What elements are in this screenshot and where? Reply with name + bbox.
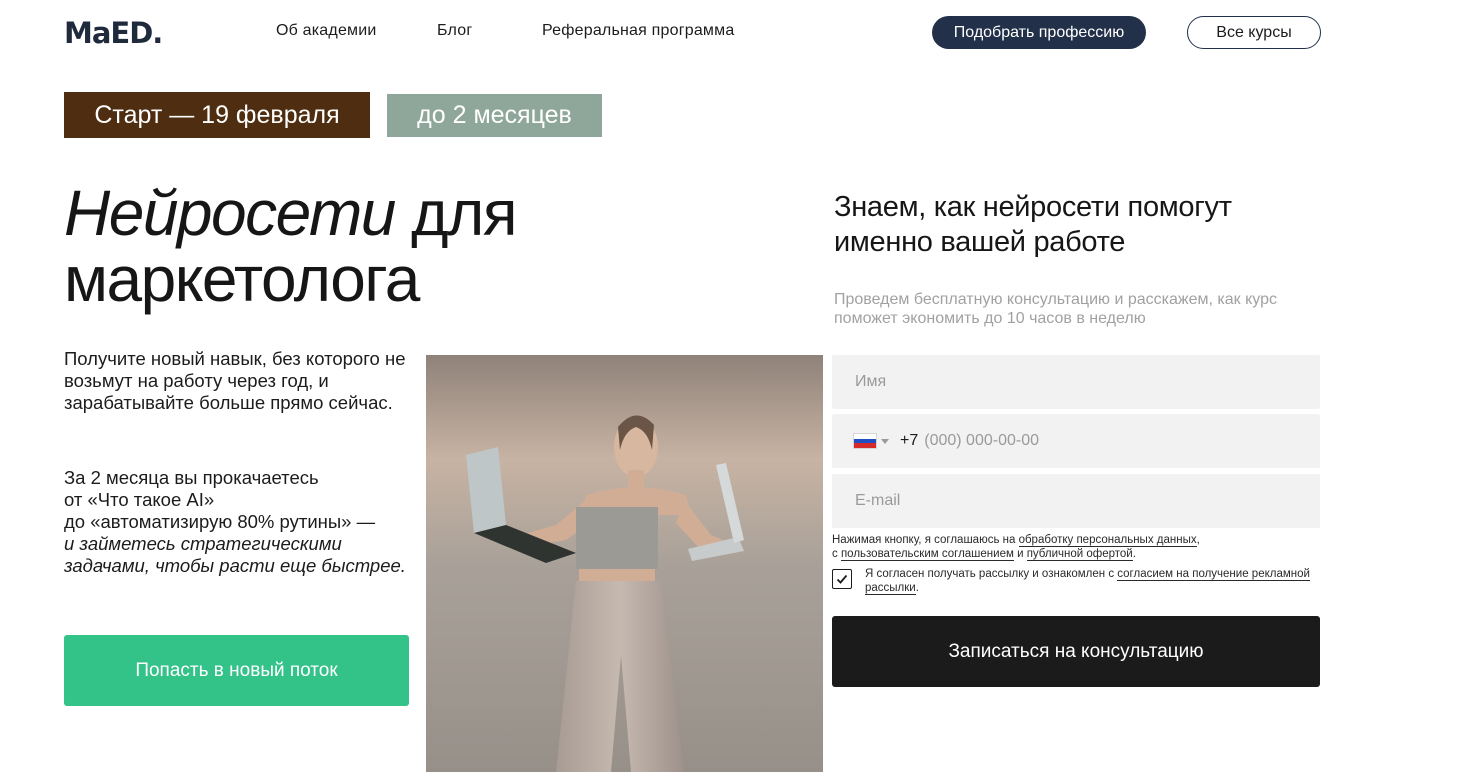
check-icon xyxy=(836,574,848,584)
public-offer-link[interactable]: публичной офертой xyxy=(1026,548,1133,561)
form-title: Знаем, как нейросети помогут именно ваше… xyxy=(834,191,1232,258)
legal-mid1: , xyxy=(1196,534,1200,546)
legal-mid3: и xyxy=(1013,548,1027,560)
russia-flag-icon[interactable] xyxy=(854,434,876,449)
nav-about[interactable]: Об академии xyxy=(276,22,377,40)
logo[interactable]: MaED. xyxy=(64,16,163,50)
all-courses-button[interactable]: Все курсы xyxy=(1187,16,1321,49)
page-title-part2: маркетолога xyxy=(64,243,420,315)
pick-profession-button[interactable]: Подобрать профессию xyxy=(932,16,1146,49)
consent-end: . xyxy=(915,582,919,594)
legal-prefix: Нажимая кнопку, я соглашаюсь на xyxy=(832,534,1019,546)
page-title-part1: для xyxy=(394,177,517,249)
legal-mid2: с xyxy=(832,548,841,560)
hero-line-2: от «Что такое AI» xyxy=(64,489,215,510)
consent-prefix: Я согласен получать рассылку и ознакомле… xyxy=(865,568,1118,580)
submit-consultation-button[interactable]: Записаться на консультацию xyxy=(832,616,1320,687)
page-title: Нейросети для маркетолога xyxy=(64,180,784,312)
personal-data-link[interactable]: обработку персональных данных xyxy=(1018,534,1197,547)
legal-end: . xyxy=(1132,548,1136,560)
hero-line-italic: и займетесь стратегическими задачами, чт… xyxy=(64,533,406,576)
email-field[interactable] xyxy=(832,474,1320,528)
chevron-down-icon[interactable] xyxy=(881,438,889,444)
hero-line-1: За 2 месяца вы прокачаетесь xyxy=(64,467,319,488)
name-field[interactable] xyxy=(832,355,1320,409)
user-agreement-link[interactable]: пользовательским соглашением xyxy=(840,548,1014,561)
hero-line-3: до «автоматизирую 80% рутины» — xyxy=(64,511,376,532)
start-date-badge: Старт — 19 февраля xyxy=(64,92,370,138)
landing-page: MaED. Об академии Блог Реферальная прогр… xyxy=(0,0,1469,772)
enroll-button[interactable]: Попасть в новый поток xyxy=(64,635,409,706)
phone-field[interactable]: +7 xyxy=(832,414,1320,468)
legal-notice: Нажимая кнопку, я соглашаюсь на обработк… xyxy=(832,533,1322,561)
nav-blog[interactable]: Блог xyxy=(437,22,472,40)
hero-program-description: За 2 месяца вы прокачаетесь от «Что тако… xyxy=(64,467,424,577)
phone-country-code: +7 xyxy=(900,432,919,449)
duration-badge: до 2 месяцев xyxy=(387,94,602,137)
page-title-italic: Нейросети xyxy=(64,177,396,249)
consent-checkbox[interactable] xyxy=(832,569,852,589)
form-subtitle: Проведем бесплатную консультацию и расск… xyxy=(834,291,1277,327)
hero-description: Получите новый навык, без которого не во… xyxy=(64,348,406,413)
phone-input[interactable] xyxy=(922,431,1227,451)
consent-text: Я согласен получать рассылку и ознакомле… xyxy=(865,567,1315,595)
hero-photo xyxy=(426,355,823,772)
nav-referral[interactable]: Реферальная программа xyxy=(542,22,734,40)
